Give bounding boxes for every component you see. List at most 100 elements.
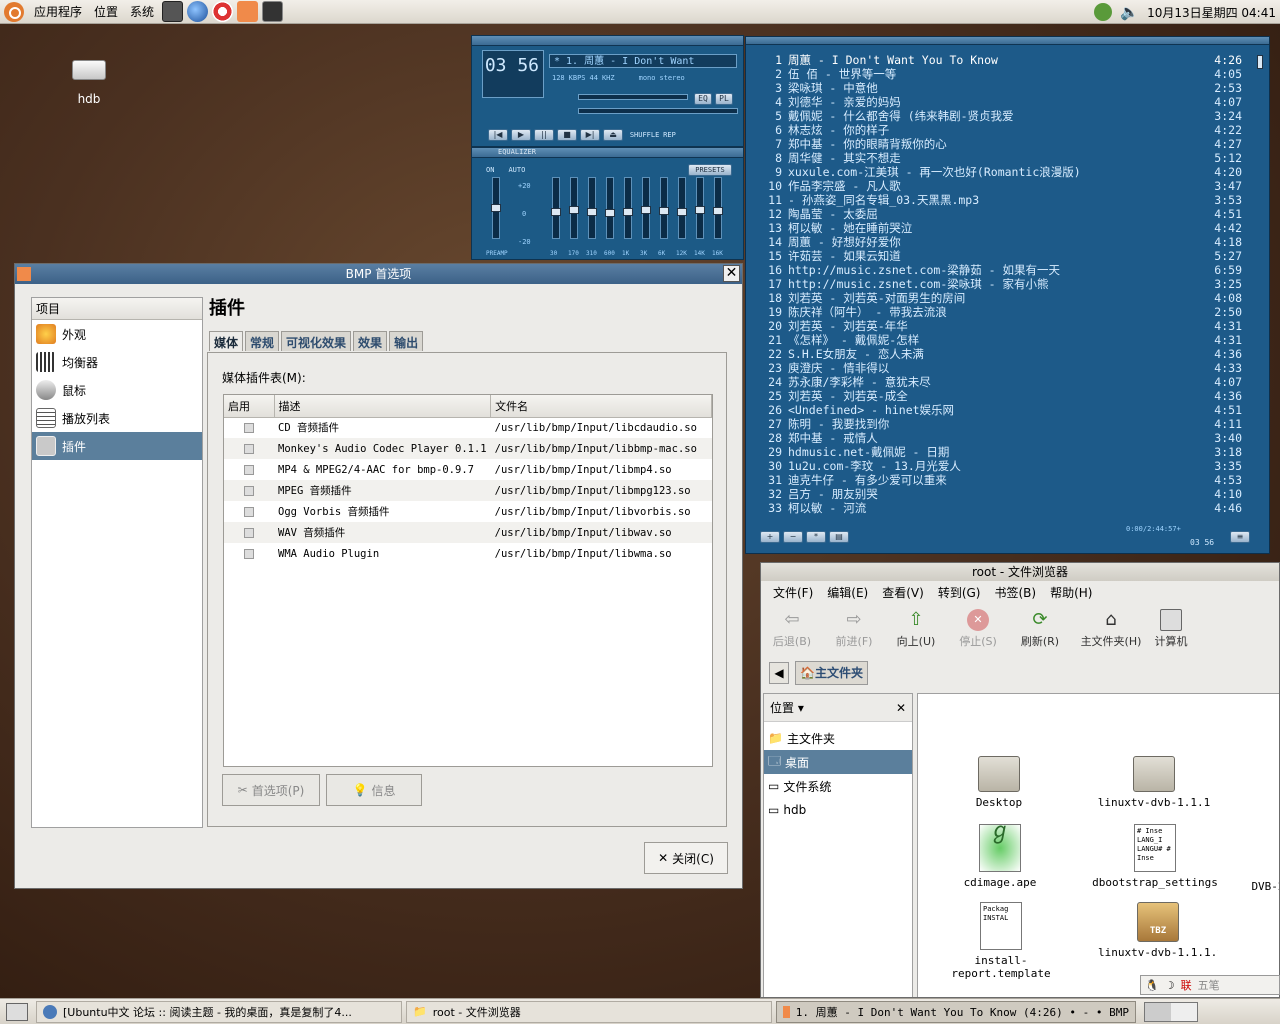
home-button[interactable]: ⌂ 主文件夹(H) [1071, 609, 1151, 649]
plugin-prefs-button[interactable]: ✂ 首选项(P) [222, 774, 320, 806]
refresh-button[interactable]: ⟳ 刷新(R) [1009, 609, 1071, 649]
playlist-row[interactable]: 13 柯以敏 - 她在睡前哭泣 4:42 [762, 221, 1242, 235]
desktop-icon-hdb[interactable]: hdb [62, 60, 116, 106]
pl-list-button[interactable]: ≡ [1230, 531, 1250, 543]
eq-band-slider[interactable] [713, 177, 723, 239]
computer-button[interactable]: 计算机 [1151, 609, 1191, 649]
preamp-slider[interactable] [491, 177, 501, 239]
eq-band-slider[interactable] [659, 177, 669, 239]
playlist-row[interactable]: 24 苏永康/李彩桦 - 意犹未尽 4:07 [762, 375, 1242, 389]
prev-button[interactable]: |◀ [488, 129, 508, 141]
bmp-launcher-icon[interactable] [237, 1, 259, 22]
playlist-row[interactable]: 6 林志炫 - 你的样子 4:22 [762, 123, 1242, 137]
playlist-row[interactable]: 25 刘若英 - 刘若英-成全 4:36 [762, 389, 1242, 403]
tab-general[interactable]: 常规 [245, 331, 280, 351]
volume-slider[interactable] [578, 94, 688, 100]
show-desktop-icon[interactable] [6, 1002, 28, 1021]
seek-bar[interactable] [578, 108, 738, 114]
tux-icon[interactable]: 🐧 [1145, 979, 1159, 992]
stop-button[interactable]: ✕ 停止(S) [947, 609, 1009, 649]
help-icon[interactable] [212, 1, 234, 22]
stop-button[interactable]: ■ [557, 129, 577, 141]
playlist-row[interactable]: 12 陶晶莹 - 太委屈 4:51 [762, 207, 1242, 221]
category-appearance[interactable]: 外观 [32, 320, 202, 348]
eq-band-knob[interactable] [551, 208, 561, 216]
gnome-launcher-icon[interactable] [162, 1, 184, 22]
place-hdb[interactable]: ▭ hdb [764, 798, 912, 822]
playlist-row[interactable]: 20 刘若英 - 刘若英-年华 4:31 [762, 319, 1242, 333]
playlist-row[interactable]: 15 许茹芸 - 如果云知道 5:27 [762, 249, 1242, 263]
playlist-row[interactable]: 4 刘德华 - 亲爱的妈妈 4:07 [762, 95, 1242, 109]
close-icon[interactable]: ✕ [723, 265, 740, 282]
prefs-titlebar[interactable]: BMP 首选项 ✕ [15, 264, 742, 284]
category-equalizer[interactable]: 均衡器 [32, 348, 202, 376]
file-desktop[interactable]: Desktop [964, 756, 1034, 809]
playlist-scrollbar[interactable] [1257, 55, 1263, 69]
file-linuxtv-archive[interactable]: TBZ linuxtv-dvb-1.1.1.tar.bz2 [1098, 902, 1218, 959]
eq-toggle[interactable]: EQ [694, 93, 712, 105]
fb-menu-view[interactable]: 查看(V) [882, 584, 924, 601]
playlist-row[interactable]: 7 郑中基 - 你的眼睛背叛你的心 4:27 [762, 137, 1242, 151]
column-filename[interactable]: 文件名 [490, 395, 712, 418]
presets-button[interactable]: PRESETS [688, 164, 732, 176]
playlist-row[interactable]: 29 hdmusic.net-戴佩妮 - 日期 3:18 [762, 445, 1242, 459]
eq-band-knob[interactable] [569, 206, 579, 214]
tab-effects[interactable]: 效果 [353, 331, 388, 351]
place-filesystem[interactable]: ▭ 文件系统 [764, 774, 912, 798]
plugin-enable-checkbox[interactable] [244, 527, 254, 538]
place-home[interactable]: 📁 主文件夹 [764, 726, 912, 750]
plugin-enable-checkbox[interactable] [244, 443, 254, 454]
playlist-row[interactable]: 1 周蕙 - I Don't Want You To Know 4:26 [762, 53, 1242, 67]
plugin-enable-checkbox[interactable] [244, 422, 254, 433]
plugin-enable-checkbox[interactable] [244, 506, 254, 517]
menu-applications[interactable]: 应用程序 [28, 0, 88, 24]
play-button[interactable]: ▶ [511, 129, 531, 141]
moon-icon[interactable]: ☽ [1165, 979, 1175, 992]
playlist-row[interactable]: 3 梁咏琪 - 中意他 2:53 [762, 81, 1242, 95]
pause-button[interactable]: || [534, 129, 554, 141]
plugin-enable-checkbox[interactable] [244, 548, 254, 559]
pl-remove-button[interactable]: − [783, 531, 803, 543]
playlist-row[interactable]: 22 S.H.E女朋友 - 恋人未满 4:36 [762, 347, 1242, 361]
eq-band-knob[interactable] [713, 207, 723, 215]
back-button[interactable]: ⇦ 后退(B) [761, 609, 823, 649]
playlist-row[interactable]: 5 戴佩妮 - 什么都舍得 (纬来韩剧-贤贞我爱 3:24 [762, 109, 1242, 123]
menu-system[interactable]: 系统 [124, 0, 160, 24]
tab-output[interactable]: 输出 [389, 331, 424, 351]
places-selector[interactable]: 位置 ▾ [770, 699, 804, 716]
playlist-row[interactable]: 23 庾澄庆 - 情非得以 4:33 [762, 361, 1242, 375]
eq-band-slider[interactable] [677, 177, 687, 239]
workspace-switcher[interactable] [1144, 1001, 1198, 1022]
category-playlist[interactable]: 播放列表 [32, 404, 202, 432]
fb-menu-edit[interactable]: 编辑(E) [827, 584, 868, 601]
fb-menu-file[interactable]: 文件(F) [773, 584, 813, 601]
close-button[interactable]: ✕ 关闭(C) [644, 842, 728, 874]
eq-band-slider[interactable] [587, 177, 597, 239]
tab-visualization[interactable]: 可视化效果 [281, 331, 352, 351]
up-button[interactable]: ⇧ 向上(U) [885, 609, 947, 649]
player-titlebar[interactable] [472, 36, 743, 46]
fb-menu-help[interactable]: 帮助(H) [1050, 584, 1092, 601]
eq-band-slider[interactable] [695, 177, 705, 239]
pl-select-button[interactable]: * [806, 531, 826, 543]
location-button-home[interactable]: 🏠主文件夹 [795, 661, 868, 685]
file-install-report[interactable]: Packag INSTAL install-report.template [946, 902, 1056, 980]
playlist-row[interactable]: 17 http://music.zsnet.com-梁咏琪 - 家有小熊 3:25 [762, 277, 1242, 291]
eject-button[interactable]: ⏏ [603, 129, 623, 141]
plugin-row[interactable]: Ogg Vorbis 音频插件/usr/lib/bmp/Input/libvor… [224, 501, 712, 522]
eq-band-knob[interactable] [641, 206, 651, 214]
column-enabled[interactable]: 启用 [224, 395, 275, 418]
playlist-row[interactable]: 14 周蕙 - 好想好好爱你 4:18 [762, 235, 1242, 249]
playlist-row[interactable]: 11 - 孙燕姿_同名专辑_03.天黑黑.mp3 3:53 [762, 193, 1242, 207]
next-button[interactable]: ▶| [580, 129, 600, 141]
playlist-row[interactable]: 31 迪克牛仔 - 有多少爱可以重来 4:53 [762, 473, 1242, 487]
clock[interactable]: 10月13日星期四 04:41 [1147, 4, 1276, 21]
playlist-row[interactable]: 18 刘若英 - 刘若英-对面男生的房间 4:08 [762, 291, 1242, 305]
plugin-row[interactable]: WMA Audio Plugin/usr/lib/bmp/Input/libwm… [224, 543, 712, 564]
equalizer-title[interactable]: EQUALIZER [472, 148, 743, 158]
playlist-row[interactable]: 28 郑中基 - 戒情人 3:40 [762, 431, 1242, 445]
playlist-row[interactable]: 27 陈明 - 我要找到你 4:11 [762, 417, 1242, 431]
eq-band-slider[interactable] [641, 177, 651, 239]
playlist-row[interactable]: 10 作品李宗盛 - 凡人歌 3:47 [762, 179, 1242, 193]
plugin-row[interactable]: MPEG 音频插件/usr/lib/bmp/Input/libmpg123.so [224, 480, 712, 501]
